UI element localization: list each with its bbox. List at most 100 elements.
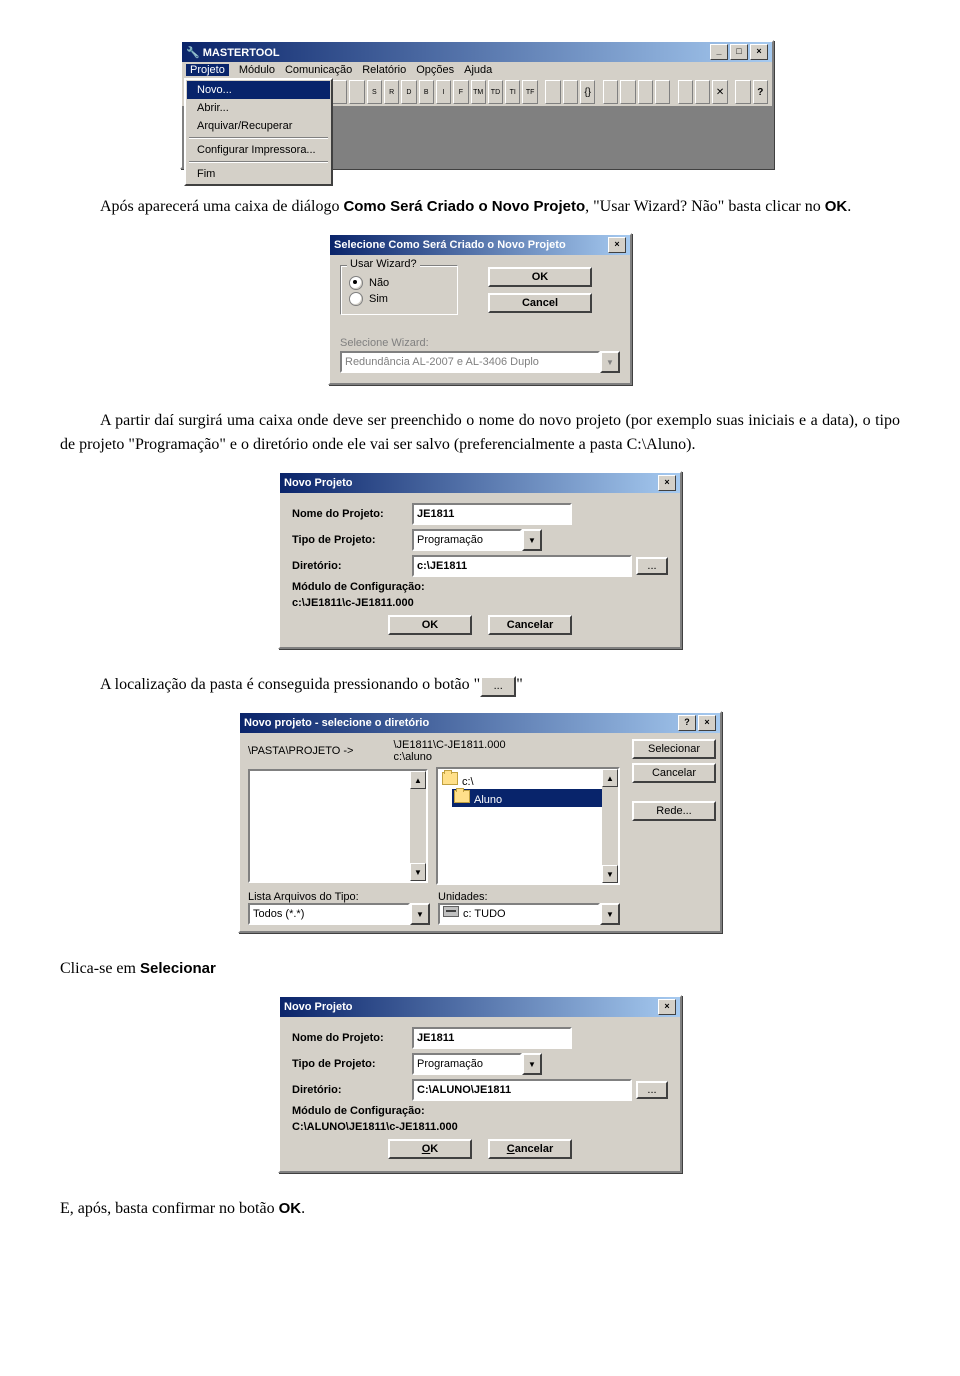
toolbar-button[interactable]: TI xyxy=(505,80,520,104)
close-icon[interactable]: × xyxy=(658,475,676,491)
menu-ajuda[interactable]: Ajuda xyxy=(464,64,492,76)
scroll-up-icon[interactable]: ▲ xyxy=(602,769,618,787)
dialog-name-ref: Como Será Criado o Novo Projeto xyxy=(343,198,585,215)
toolbar-button[interactable] xyxy=(603,80,618,104)
folder-label: c:\ xyxy=(462,776,474,788)
toolbar-button[interactable]: I xyxy=(436,80,451,104)
toolbar-button[interactable]: TD xyxy=(488,80,503,104)
maximize-icon[interactable]: □ xyxy=(730,44,748,60)
dropdown-arrow-icon[interactable]: ▼ xyxy=(522,529,542,551)
scroll-down-icon[interactable]: ▼ xyxy=(602,865,618,883)
text: E, após, basta confirmar no botão xyxy=(60,1200,279,1217)
scrollbar[interactable]: ▲ ▼ xyxy=(602,769,618,883)
scroll-up-icon[interactable]: ▲ xyxy=(410,771,426,789)
dropdown-arrow-icon[interactable]: ▼ xyxy=(600,903,620,925)
close-icon[interactable]: × xyxy=(658,999,676,1015)
toolbar-button[interactable]: {} xyxy=(580,80,595,104)
scrollbar[interactable]: ▲ ▼ xyxy=(410,771,426,881)
browse-button[interactable]: ... xyxy=(636,1081,668,1099)
menubar: Projeto Módulo Comunicação Relatório Opç… xyxy=(182,62,772,78)
paragraph: Após aparecerá uma caixa de diálogo Como… xyxy=(60,195,900,219)
cancel-button[interactable]: Cancelar xyxy=(632,763,716,783)
toolbar-help-icon[interactable]: ? xyxy=(753,80,768,104)
text: . xyxy=(847,198,851,215)
help-icon[interactable]: ? xyxy=(678,715,696,731)
cancel-button[interactable]: Cancelar xyxy=(488,1139,572,1159)
menu-comunicacao[interactable]: Comunicação xyxy=(285,64,352,76)
network-button[interactable]: Rede... xyxy=(632,801,716,821)
toolbar-button[interactable]: S xyxy=(367,80,382,104)
menu-modulo[interactable]: Módulo xyxy=(239,64,275,76)
folder-item-c[interactable]: c:\ xyxy=(440,771,616,789)
menu-opcoes[interactable]: Opções xyxy=(416,64,454,76)
label-units: Unidades: xyxy=(438,891,620,903)
radio-icon xyxy=(349,292,363,306)
browse-button[interactable]: ... xyxy=(636,557,668,575)
menu-item-novo[interactable]: Novo... xyxy=(187,81,330,99)
ok-button[interactable]: OK xyxy=(488,267,592,287)
diretorio-input[interactable]: C:\ALUNO\JE1811 xyxy=(412,1079,632,1101)
browse-button-ref: ... xyxy=(480,676,516,697)
paragraph: A partir daí surgirá uma caixa onde deve… xyxy=(60,409,900,457)
novo-projeto-dialog: Novo Projeto × Nome do Projeto: JE1811 T… xyxy=(278,471,682,649)
toolbar-button[interactable] xyxy=(735,80,750,104)
toolbar-button[interactable] xyxy=(695,80,710,104)
path-current: c:\aluno xyxy=(393,751,432,763)
close-icon[interactable]: × xyxy=(608,237,626,253)
select-button[interactable]: Selecionar xyxy=(632,739,716,759)
toolbar-button[interactable] xyxy=(638,80,653,104)
close-icon[interactable]: × xyxy=(750,44,768,60)
scroll-down-icon[interactable]: ▼ xyxy=(410,863,426,881)
folders-listbox[interactable]: c:\ Aluno ▲ ▼ xyxy=(436,767,620,885)
files-listbox[interactable]: ▲ ▼ xyxy=(248,769,428,883)
menu-item-impressora[interactable]: Configurar Impressora... xyxy=(187,141,330,159)
toolbar-button[interactable]: TF xyxy=(522,80,537,104)
paragraph: A localização da pasta é conseguida pres… xyxy=(60,673,900,697)
toolbar-button[interactable] xyxy=(563,80,578,104)
units-select[interactable]: c: TUDO xyxy=(438,903,600,925)
toolbar-button[interactable]: TM xyxy=(471,80,486,104)
close-icon[interactable]: × xyxy=(698,715,716,731)
dropdown-arrow-icon: ▼ xyxy=(600,351,620,373)
menu-item-abrir[interactable]: Abrir... xyxy=(187,99,330,117)
ok-button[interactable]: OK xyxy=(388,1139,472,1159)
cancel-button[interactable]: Cancel xyxy=(488,293,592,313)
groupbox-legend: Usar Wizard? xyxy=(347,258,420,270)
toolbar-button[interactable]: D xyxy=(401,80,416,104)
radio-icon xyxy=(349,276,363,290)
label-files-type: Lista Arquivos do Tipo: xyxy=(248,891,430,903)
button-name-ref: OK xyxy=(279,1200,302,1217)
toolbar-button[interactable]: ✕ xyxy=(712,80,727,104)
diretorio-input[interactable]: c:\JE1811 xyxy=(412,555,632,577)
units-value: c: TUDO xyxy=(463,908,506,920)
ok-button[interactable]: OK xyxy=(388,615,472,635)
toolbar-button[interactable]: F xyxy=(453,80,468,104)
menu-relatorio[interactable]: Relatório xyxy=(362,64,406,76)
toolbar-button[interactable] xyxy=(678,80,693,104)
dropdown-arrow-icon[interactable]: ▼ xyxy=(522,1053,542,1075)
toolbar-button[interactable] xyxy=(620,80,635,104)
toolbar-button[interactable] xyxy=(545,80,560,104)
files-type-select[interactable]: Todos (*.*) xyxy=(248,903,410,925)
menu-item-arquivar[interactable]: Arquivar/Recuperar xyxy=(187,117,330,135)
radio-sim[interactable]: Sim xyxy=(349,292,449,306)
folder-item-aluno[interactable]: Aluno xyxy=(452,789,616,807)
radio-nao[interactable]: Não xyxy=(349,276,449,290)
nome-input[interactable]: JE1811 xyxy=(412,1027,572,1049)
paragraph: Clica-se em Selecionar xyxy=(60,957,900,981)
toolbar-button[interactable] xyxy=(349,80,364,104)
minimize-icon[interactable]: _ xyxy=(710,44,728,60)
tipo-select[interactable]: Programação xyxy=(412,529,522,551)
toolbar-button[interactable] xyxy=(655,80,670,104)
toolbar-button[interactable] xyxy=(332,80,347,104)
menu-item-fim[interactable]: Fim xyxy=(187,165,330,183)
dropdown-arrow-icon[interactable]: ▼ xyxy=(410,903,430,925)
toolbar-button[interactable]: R xyxy=(384,80,399,104)
toolbar-button[interactable]: B xyxy=(419,80,434,104)
tipo-select[interactable]: Programação xyxy=(412,1053,522,1075)
nome-input[interactable]: JE1811 xyxy=(412,503,572,525)
menu-separator xyxy=(189,137,328,139)
menu-projeto[interactable]: Projeto xyxy=(186,64,229,76)
cancel-button[interactable]: Cancelar xyxy=(488,615,572,635)
label-tipo: Tipo de Projeto: xyxy=(292,534,412,546)
